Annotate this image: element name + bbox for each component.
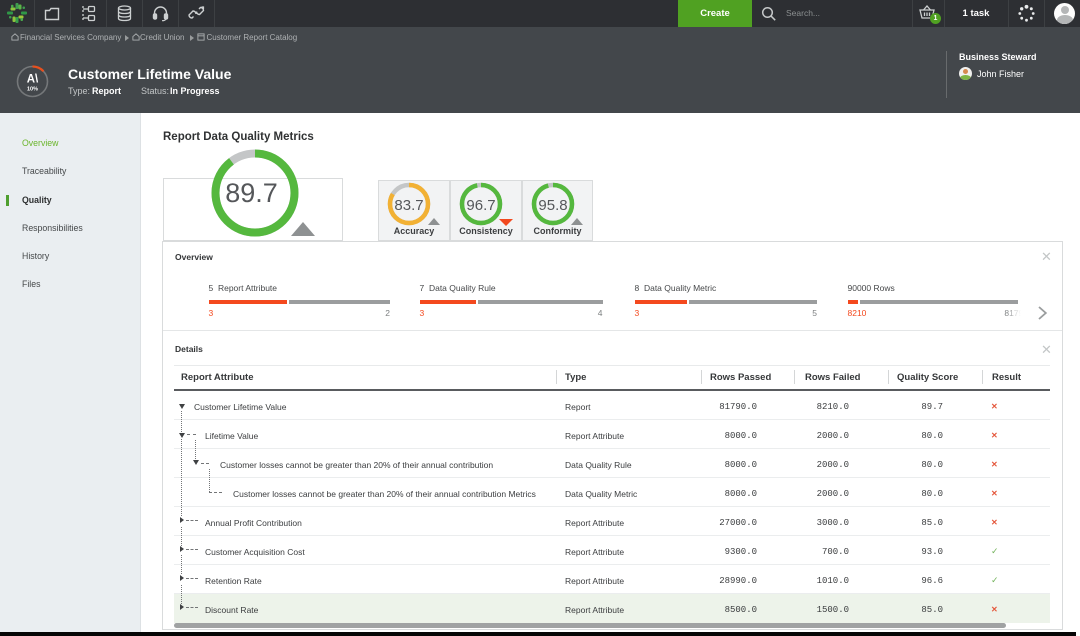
svg-text:A\: A\ xyxy=(27,74,39,86)
svg-text:95.8: 95.8 xyxy=(538,197,567,214)
svg-text:89.7: 89.7 xyxy=(225,178,278,208)
svg-text:83.7: 83.7 xyxy=(394,197,423,214)
svg-text:10%: 10% xyxy=(27,87,38,93)
svg-text:96.7: 96.7 xyxy=(466,197,495,214)
